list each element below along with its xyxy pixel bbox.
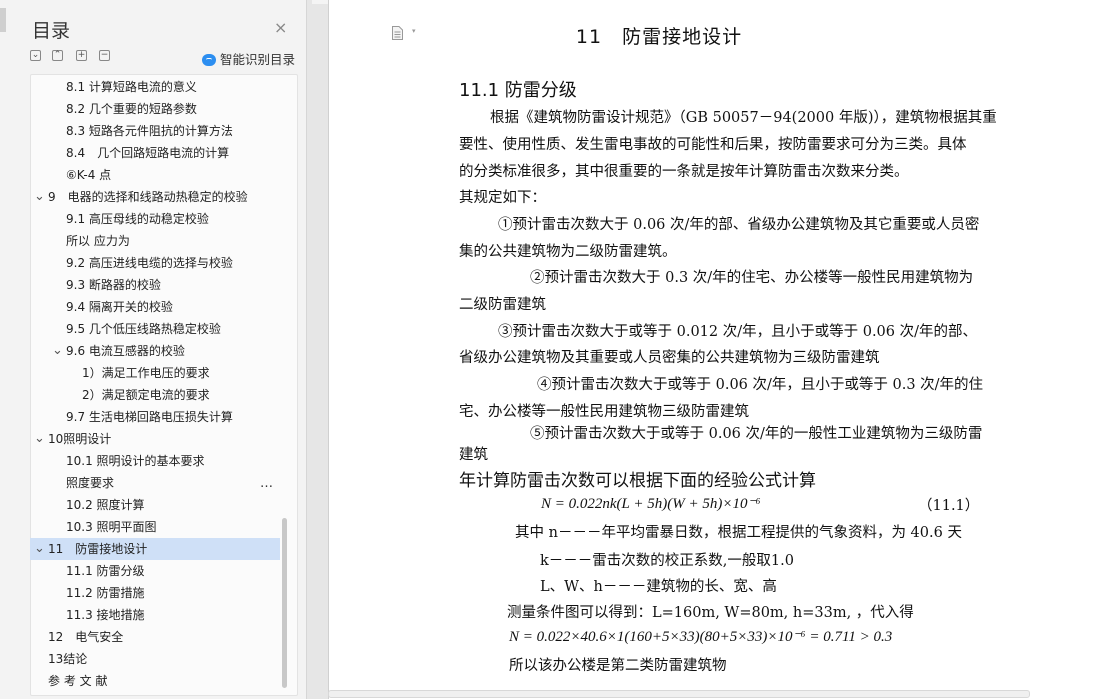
body-line: ①预计雷击次数大于 0.06 次/年的部、省级办公建筑物及其它重要或人员密 — [498, 217, 980, 233]
toc-item-label: 11 防雷接地设计 — [48, 542, 148, 556]
toc-item[interactable]: 8.3 短路各元件阻抗的计算方法 — [30, 120, 280, 142]
toc-item-label: 8.4 几个回路短路电流的计算 — [66, 146, 230, 160]
toc-item-label: 10.2 照度计算 — [66, 498, 145, 512]
toc-pane-title: 目录 — [32, 20, 71, 42]
chevron-down-icon[interactable]: ⌄ — [52, 340, 63, 362]
chapter-title: 11 防雷接地设计 — [575, 26, 743, 48]
toc-item[interactable]: 11.3 接地措施 — [30, 604, 280, 626]
horizontal-scrollbar[interactable] — [328, 690, 1030, 698]
toc-item[interactable]: 8.4 几个回路短路电流的计算 — [30, 142, 280, 164]
toc-item[interactable]: 10.3 照明平面图 — [30, 516, 280, 538]
toc-item[interactable]: 11.2 防雷措施 — [30, 582, 280, 604]
toc-item-label: 9.5 几个低压线路热稳定校验 — [66, 322, 221, 336]
body-line: ③预计雷击次数大于或等于 0.012 次/年，且小于或等于 0.06 次/年的部… — [498, 324, 978, 340]
collapse-all-icon[interactable]: ⌄ — [30, 50, 41, 61]
toc-item-label: 8.1 计算短路电流的意义 — [66, 80, 197, 94]
body-line: 要性、使用性质、发生雷电事故的可能性和后果，按防雷要求可分为三类。具体 — [459, 137, 967, 153]
toc-item[interactable]: 8.1 计算短路电流的意义 — [30, 76, 280, 98]
toc-item-label: 11.3 接地措施 — [66, 608, 145, 622]
definition-line: L、W、h－－－建筑物的长、宽、高 — [540, 579, 777, 595]
toc-item-label: 参 考 文 献 — [48, 674, 108, 688]
toc-item-label: 9.7 生活电梯回路电压损失计算 — [66, 410, 233, 424]
chevron-down-icon[interactable]: ⌄ — [34, 428, 45, 450]
ai-toc-label: 智能识别目录 — [220, 52, 296, 67]
formula-number: （11.1） — [918, 498, 980, 514]
toc-item[interactable]: 9.2 高压进线电缆的选择与校验 — [30, 252, 280, 274]
toc-item[interactable]: 13结论 — [30, 648, 280, 670]
toc-item-label: 11.2 防雷措施 — [66, 586, 145, 600]
toc-item-label: 8.3 短路各元件阻抗的计算方法 — [66, 124, 233, 138]
chevron-down-icon[interactable]: ⌄ — [34, 538, 45, 560]
toc-item[interactable]: ⌄ 9 电器的选择和线路动热稳定的校验 — [30, 186, 280, 208]
ai-toc-button[interactable]: 智能识别目录 — [202, 49, 295, 68]
add-heading-icon[interactable]: + — [76, 50, 87, 61]
toc-item-label: 13结论 — [48, 652, 88, 666]
toc-item[interactable]: 2）满足额定电流的要求 — [30, 384, 280, 406]
chevron-down-icon[interactable]: ⌄ — [34, 186, 45, 208]
toc-item[interactable]: 9.5 几个低压线路热稳定校验 — [30, 318, 280, 340]
body-line: 二级防雷建筑 — [459, 297, 546, 313]
toc-item[interactable]: 照度要求 — [30, 472, 280, 494]
toc-item[interactable]: 9.3 断路器的校验 — [30, 274, 280, 296]
toc-item-label: 2）满足额定电流的要求 — [82, 388, 210, 402]
ai-icon — [202, 54, 216, 66]
toc-item-label: 10.3 照明平面图 — [66, 520, 157, 534]
formula-calc: N = 0.022×40.6×1(160+5×33)(80+5×33)×10⁻⁶… — [509, 629, 893, 645]
toc-item[interactable]: 10.2 照度计算 — [30, 494, 280, 516]
toc-item[interactable]: ⌄ 11 防雷接地设计 — [30, 538, 280, 560]
toc-item-label: 9.4 隔离开关的校验 — [66, 300, 173, 314]
toc-item[interactable]: 9.4 隔离开关的校验 — [30, 296, 280, 318]
toc-item-label: ⑥K-4 点 — [66, 168, 112, 182]
body-line: 宅、办公楼等一般性民用建筑物三级防雷建筑 — [459, 404, 749, 420]
toc-item-label: 11.1 防雷分级 — [66, 564, 145, 578]
toc-item-label: 照度要求 — [66, 476, 115, 490]
toc-item[interactable]: 8.2 几个重要的短路参数 — [30, 98, 280, 120]
toc-item-label: 所以 应力为 — [66, 234, 130, 248]
toc-item-label: 10.1 照明设计的基本要求 — [66, 454, 205, 468]
toc-item[interactable]: ⌄ 9.6 电流互感器的校验 — [30, 340, 280, 362]
toc-pane: 目录 × ⌄ ⌃ + − 智能识别目录 8.1 计算短路电流的意义 8.2 几个重… — [0, 0, 307, 699]
section-title: 11.1 防雷分级 — [459, 80, 577, 101]
body-line: 省级办公建筑物及其重要或人员密集的公共建筑物为三级防雷建筑 — [459, 350, 880, 366]
toc-item-label: 12 电气安全 — [48, 630, 124, 644]
toc-item[interactable]: 12 电气安全 — [30, 626, 280, 648]
formula-main: N = 0.022nk(L + 5h)(W + 5h)×10⁻⁶ — [541, 496, 761, 512]
pane-scroll-thumb[interactable] — [0, 8, 6, 32]
toc-item[interactable]: 所以 应力为 — [30, 230, 280, 252]
toc-item[interactable]: 1）满足工作电压的要求 — [30, 362, 280, 384]
body-line: 其规定如下： — [459, 190, 546, 206]
body-line: 集的公共建筑物为二级防雷建筑。 — [459, 244, 677, 260]
toc-item-label: 8.2 几个重要的短路参数 — [66, 102, 197, 116]
definition-line: k－－－雷击次数的校正系数,一般取1.0 — [540, 553, 794, 569]
close-icon[interactable]: × — [274, 20, 287, 36]
toc-item-label: 9.2 高压进线电缆的选择与校验 — [66, 256, 233, 270]
definition-line: 测量条件图可以得到：L=160m, W=80m, h=33m, ，代入得 — [507, 605, 914, 621]
toc-item-label: 1）满足工作电压的要求 — [82, 366, 210, 380]
expand-up-icon[interactable]: ⌃ — [52, 50, 63, 61]
toc-item[interactable]: ⑥K-4 点 — [30, 164, 280, 186]
toc-item[interactable]: 10.1 照明设计的基本要求 — [30, 450, 280, 472]
toc-item[interactable]: ⌄ 10照明设计 — [30, 428, 280, 450]
formula-intro: 年计算防雷击次数可以根据下面的经验公式计算 — [459, 471, 816, 491]
toc-item[interactable]: 9.7 生活电梯回路电压损失计算 — [30, 406, 280, 428]
toc-item-label: 9.6 电流互感器的校验 — [66, 344, 185, 358]
toc-item[interactable]: 参 考 文 献 — [30, 670, 280, 692]
more-options-icon[interactable]: … — [260, 476, 273, 491]
body-line: ④预计雷击次数大于或等于 0.06 次/年，且小于或等于 0.3 次/年的住 — [537, 377, 984, 393]
toc-item-label: 9 电器的选择和线路动热稳定的校验 — [48, 190, 248, 204]
definition-line: 其中 n－－－年平均雷暴日数，根据工程提供的气象资料，为 40.6 天 — [515, 525, 962, 541]
body-line: 根据《建筑物防雷设计规范》（GB 50057－94(2000 年版)），建筑物根… — [490, 110, 997, 126]
body-line: ⑤预计雷击次数大于或等于 0.06 次/年的一般性工业建筑物为三级防雷 — [530, 426, 983, 442]
body-line: 的分类标准很多，其中很重要的一条就是按年计算防雷击次数来分类。 — [459, 164, 909, 180]
body-line: ②预计雷击次数大于 0.3 次/年的住宅、办公楼等一般性民用建筑物为 — [530, 270, 974, 286]
toc-scrollbar[interactable] — [282, 518, 287, 688]
toc-item[interactable]: 11.1 防雷分级 — [30, 560, 280, 582]
body-line: 建筑 — [459, 447, 488, 463]
conclusion-text: 所以该办公楼是第二类防雷建筑物 — [509, 658, 727, 674]
toc-item-label: 9.3 断路器的校验 — [66, 278, 161, 292]
remove-heading-icon[interactable]: − — [99, 50, 110, 61]
toc-item-label: 10照明设计 — [48, 432, 112, 446]
toc-item[interactable]: 9.1 高压母线的动稳定校验 — [30, 208, 280, 230]
toc-item-label: 9.1 高压母线的动稳定校验 — [66, 212, 209, 226]
